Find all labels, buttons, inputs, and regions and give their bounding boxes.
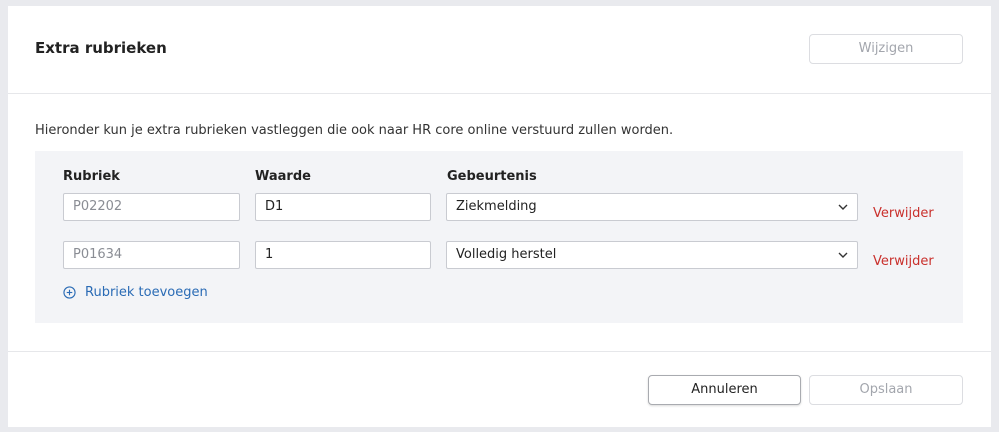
rubriek-input-row-2[interactable]: P01634: [63, 241, 240, 269]
intro-text: Hieronder kun je extra rubrieken vastleg…: [35, 123, 674, 138]
gebeurtenis-select-row-2[interactable]: Volledig herstel: [446, 241, 858, 269]
add-rubriek-label: Rubriek toevoegen: [85, 285, 208, 300]
edit-button[interactable]: Wijzigen: [809, 34, 963, 64]
extra-rubrieken-card: Extra rubrieken Wijzigen Hieronder kun j…: [8, 6, 991, 427]
chevron-down-icon: [838, 252, 848, 258]
column-label-gebeurtenis: Gebeurtenis: [447, 169, 537, 184]
add-rubriek-link[interactable]: Rubriek toevoegen: [63, 285, 208, 300]
waarde-input-row-1[interactable]: D1: [255, 193, 431, 221]
cancel-button[interactable]: Annuleren: [648, 375, 801, 405]
waarde-input-row-2[interactable]: 1: [255, 241, 431, 269]
gebeurtenis-select-value: Volledig herstel: [456, 247, 557, 262]
plus-circle-icon: [63, 286, 76, 299]
gebeurtenis-select-row-1[interactable]: Ziekmelding: [446, 193, 858, 221]
column-label-waarde: Waarde: [255, 169, 311, 184]
page-title: Extra rubrieken: [35, 39, 167, 57]
gebeurtenis-select-value: Ziekmelding: [456, 199, 537, 214]
remove-button-row-1[interactable]: Verwijder: [873, 206, 934, 221]
rubriek-input-row-1[interactable]: P02202: [63, 193, 240, 221]
rubrieken-panel: Rubriek Waarde Gebeurtenis P02202 D1 Zie…: [35, 151, 963, 323]
card-header: Extra rubrieken Wijzigen: [8, 6, 991, 94]
remove-button-row-2[interactable]: Verwijder: [873, 254, 934, 269]
footer-divider: [8, 351, 991, 352]
chevron-down-icon: [838, 204, 848, 210]
save-button[interactable]: Opslaan: [809, 375, 963, 405]
column-label-rubriek: Rubriek: [63, 169, 120, 184]
